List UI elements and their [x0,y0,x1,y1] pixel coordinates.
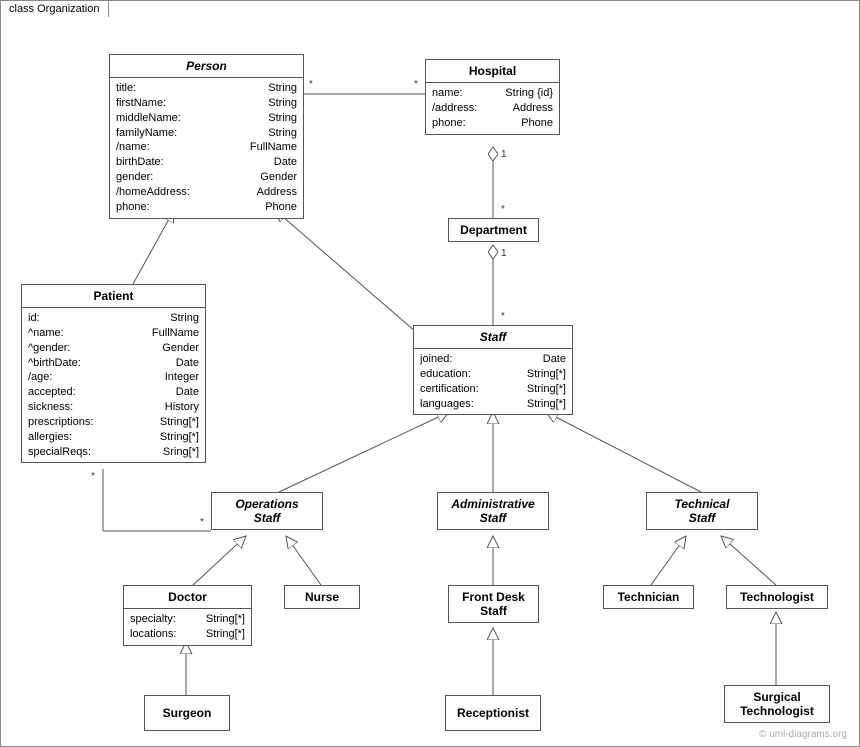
attr-row: sickness:History [28,400,199,415]
attr-row: birthDate:Date [116,155,297,170]
class-department: Department [448,218,539,242]
class-person: Person title:StringfirstName:Stringmiddl… [109,54,304,219]
class-patient-attrs: id:String^name:FullName^gender:Gender^bi… [22,308,205,462]
class-surgical-technologist-name: SurgicalTechnologist [725,686,829,722]
class-surgeon: Surgeon [144,695,230,731]
class-patient: Patient id:String^name:FullName^gender:G… [21,284,206,463]
class-technologist: Technologist [726,585,828,609]
class-department-name: Department [449,219,538,241]
attr-row: /address:Address [432,101,553,116]
mult-person-hospital-left: * [309,79,313,90]
attr-row: gender:Gender [116,170,297,185]
attr-row: accepted:Date [28,385,199,400]
attr-row: id:String [28,311,199,326]
attr-row: title:String [116,81,297,96]
attr-row: locations:String[*] [130,627,245,642]
attr-row: joined:Date [420,352,566,367]
class-surgical-technologist: SurgicalTechnologist [724,685,830,723]
class-hospital: Hospital name:String {id}/address:Addres… [425,59,560,135]
mult-patient-ops-left: * [91,471,95,482]
class-staff-name: Staff [414,326,572,349]
attr-row: phone:Phone [432,116,553,131]
mult-dept-staff-bottom: * [501,311,505,322]
frame-title: class Organization [0,0,109,17]
class-doctor-attrs: specialty:String[*]locations:String[*] [124,609,251,645]
mult-hospital-dept-bottom: * [501,204,505,215]
class-patient-name: Patient [22,285,205,308]
class-technician: Technician [603,585,694,609]
class-staff: Staff joined:Dateeducation:String[*]cert… [413,325,573,415]
class-person-name: Person [110,55,303,78]
class-front-desk-staff-name: Front DeskStaff [449,586,538,622]
attr-row: prescriptions:String[*] [28,415,199,430]
class-surgeon-name: Surgeon [145,696,229,730]
class-nurse: Nurse [284,585,360,609]
attr-row: certification:String[*] [420,382,566,397]
class-doctor: Doctor specialty:String[*]locations:Stri… [123,585,252,646]
class-hospital-name: Hospital [426,60,559,83]
class-technologist-name: Technologist [727,586,827,608]
attr-row: /name:FullName [116,140,297,155]
class-operations-staff-name: OperationsStaff [212,493,322,529]
class-operations-staff: OperationsStaff [211,492,323,530]
class-receptionist-name: Receptionist [446,696,540,730]
class-technician-name: Technician [604,586,693,608]
attr-row: middleName:String [116,111,297,126]
diagram-frame: class Organization [0,0,860,747]
class-nurse-name: Nurse [285,586,359,608]
class-technical-staff: TechnicalStaff [646,492,758,530]
attr-row: /homeAddress:Address [116,185,297,200]
mult-dept-staff-top: 1 [501,248,507,259]
mult-patient-ops-right: * [200,517,204,528]
class-administrative-staff: AdministrativeStaff [437,492,549,530]
attr-row: education:String[*] [420,367,566,382]
class-doctor-name: Doctor [124,586,251,609]
attr-row: ^birthDate:Date [28,356,199,371]
attr-row: languages:String[*] [420,397,566,412]
attr-row: familyName:String [116,126,297,141]
attr-row: ^gender:Gender [28,341,199,356]
mult-hospital-dept-top: 1 [501,149,507,160]
attr-row: ^name:FullName [28,326,199,341]
class-administrative-staff-name: AdministrativeStaff [438,493,548,529]
attr-row: specialReqs:Sring[*] [28,445,199,460]
watermark: © uml-diagrams.org [759,729,847,740]
class-technical-staff-name: TechnicalStaff [647,493,757,529]
attr-row: allergies:String[*] [28,430,199,445]
attr-row: name:String {id} [432,86,553,101]
class-hospital-attrs: name:String {id}/address:Addressphone:Ph… [426,83,559,134]
class-staff-attrs: joined:Dateeducation:String[*]certificat… [414,349,572,414]
class-receptionist: Receptionist [445,695,541,731]
class-person-attrs: title:StringfirstName:StringmiddleName:S… [110,78,303,218]
mult-person-hospital-right: * [414,79,418,90]
attr-row: phone:Phone [116,200,297,215]
attr-row: specialty:String[*] [130,612,245,627]
attr-row: /age:Integer [28,370,199,385]
class-front-desk-staff: Front DeskStaff [448,585,539,623]
attr-row: firstName:String [116,96,297,111]
